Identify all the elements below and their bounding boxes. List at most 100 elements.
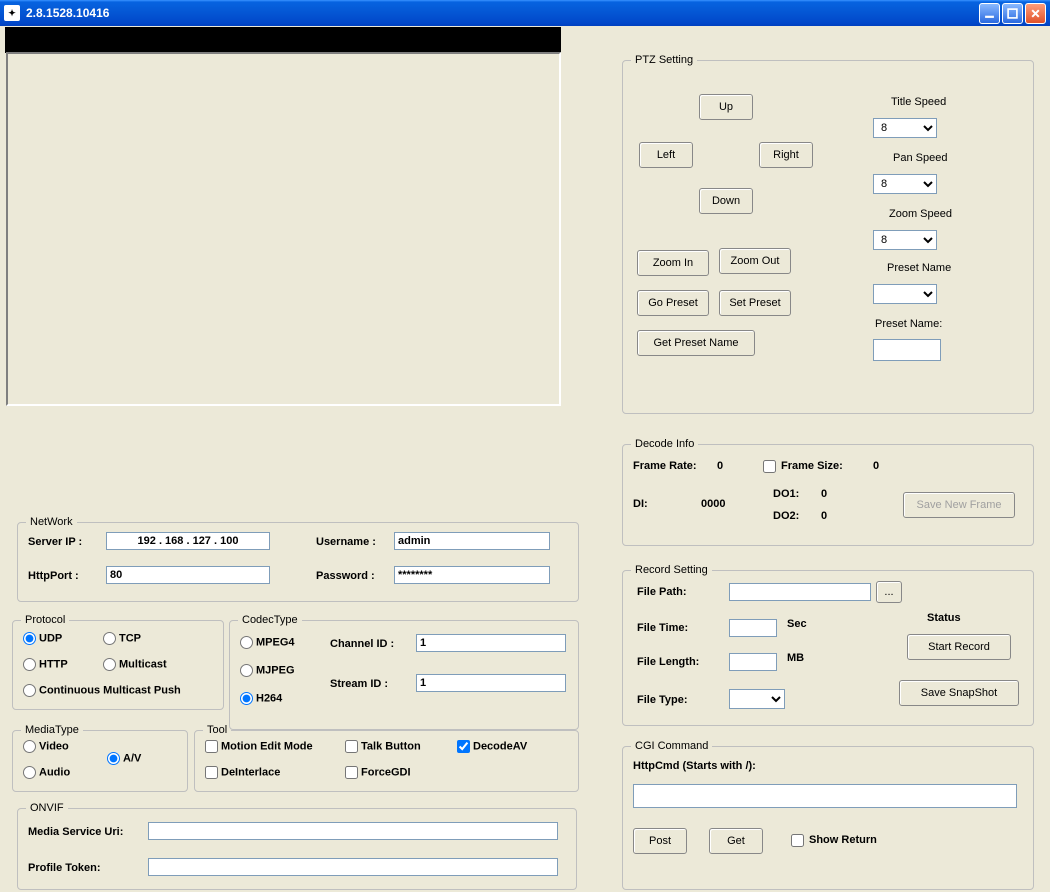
- file-length-input[interactable]: [729, 653, 777, 671]
- protocol-multicast-radio[interactable]: [103, 658, 116, 671]
- media-audio-radio[interactable]: [23, 766, 36, 779]
- pan-speed-select[interactable]: 8: [873, 174, 937, 194]
- ptz-down-button[interactable]: Down: [699, 188, 753, 214]
- codec-group: CodecType MPEG4 MJPEG H264 Channel ID : …: [229, 614, 579, 730]
- protocol-udp-label: UDP: [39, 632, 62, 644]
- preset-name-select[interactable]: [873, 284, 937, 304]
- onvif-legend: ONVIF: [26, 802, 68, 814]
- do2-value: 0: [821, 510, 827, 522]
- media-uri-input[interactable]: [148, 822, 558, 840]
- protocol-group: Protocol UDP TCP HTTP Multicast Continuo…: [12, 614, 224, 710]
- media-av-label: A/V: [123, 752, 141, 764]
- media-av-radio[interactable]: [107, 752, 120, 765]
- profile-token-label: Profile Token:: [28, 862, 101, 874]
- tool-group: Tool Motion Edit Mode Talk Button Decode…: [194, 724, 579, 792]
- get-preset-name-button[interactable]: Get Preset Name: [637, 330, 755, 356]
- httpcmd-input[interactable]: [633, 784, 1017, 808]
- go-preset-button[interactable]: Go Preset: [637, 290, 709, 316]
- file-type-select[interactable]: [729, 689, 785, 709]
- codec-mpeg4-radio[interactable]: [240, 636, 253, 649]
- minimize-button[interactable]: [979, 3, 1000, 24]
- ptz-right-button[interactable]: Right: [759, 142, 813, 168]
- app-icon: ✦: [4, 5, 20, 21]
- status-label: Status: [927, 612, 961, 624]
- do2-label: DO2:: [773, 510, 799, 522]
- zoom-in-button[interactable]: Zoom In: [637, 250, 709, 276]
- pan-speed-label: Pan Speed: [893, 152, 947, 164]
- zoom-speed-label: Zoom Speed: [889, 208, 952, 220]
- profile-token-input[interactable]: [148, 858, 558, 876]
- protocol-cmp-label: Continuous Multicast Push: [39, 684, 181, 696]
- media-video-label: Video: [39, 740, 69, 752]
- file-path-label: File Path:: [637, 586, 687, 598]
- http-port-label: HttpPort :: [28, 570, 79, 582]
- get-button[interactable]: Get: [709, 828, 763, 854]
- codec-h264-radio[interactable]: [240, 692, 253, 705]
- di-value: 0000: [701, 498, 725, 510]
- password-input[interactable]: [394, 566, 550, 584]
- post-button[interactable]: Post: [633, 828, 687, 854]
- close-button[interactable]: [1025, 3, 1046, 24]
- codec-mjpeg-radio[interactable]: [240, 664, 253, 677]
- network-group: NetWork Server IP : Username : HttpPort …: [17, 516, 579, 602]
- sec-label: Sec: [787, 618, 807, 630]
- file-path-browse-button[interactable]: ...: [876, 581, 902, 603]
- channel-id-input[interactable]: [416, 634, 566, 652]
- window-title: 2.8.1528.10416: [26, 6, 979, 20]
- file-time-label: File Time:: [637, 622, 688, 634]
- ptz-legend: PTZ Setting: [631, 54, 697, 66]
- record-legend: Record Setting: [631, 564, 712, 576]
- cgi-command-group: CGI Command HttpCmd (Starts with /): Pos…: [622, 740, 1034, 890]
- tool-legend: Tool: [203, 724, 231, 736]
- password-label: Password :: [316, 570, 375, 582]
- save-snapshot-button[interactable]: Save SnapShot: [899, 680, 1019, 706]
- motion-edit-checkbox[interactable]: [205, 740, 218, 753]
- media-group: MediaType Video A/V Audio: [12, 724, 188, 792]
- protocol-udp-radio[interactable]: [23, 632, 36, 645]
- ptz-setting-group: PTZ Setting Up Left Right Down Zoom In Z…: [622, 54, 1034, 414]
- media-video-radio[interactable]: [23, 740, 36, 753]
- protocol-tcp-radio[interactable]: [103, 632, 116, 645]
- frame-rate-value: 0: [717, 460, 723, 472]
- decodeav-checkbox[interactable]: [457, 740, 470, 753]
- decodeav-label: DecodeAV: [473, 740, 527, 752]
- file-type-label: File Type:: [637, 694, 688, 706]
- zoom-out-button[interactable]: Zoom Out: [719, 248, 791, 274]
- http-port-input[interactable]: [106, 566, 270, 584]
- do1-label: DO1:: [773, 488, 799, 500]
- media-legend: MediaType: [21, 724, 83, 736]
- codec-legend: CodecType: [238, 614, 302, 626]
- set-preset-button[interactable]: Set Preset: [719, 290, 791, 316]
- deinterlace-checkbox[interactable]: [205, 766, 218, 779]
- zoom-speed-select[interactable]: 8: [873, 230, 937, 250]
- talk-button-checkbox[interactable]: [345, 740, 358, 753]
- protocol-tcp-label: TCP: [119, 632, 141, 644]
- frame-size-checkbox[interactable]: [763, 460, 776, 473]
- start-record-button[interactable]: Start Record: [907, 634, 1011, 660]
- ptz-up-button[interactable]: Up: [699, 94, 753, 120]
- stream-id-input[interactable]: [416, 674, 566, 692]
- save-new-frame-button[interactable]: Save New Frame: [903, 492, 1015, 518]
- codec-h264-label: H264: [256, 692, 282, 704]
- ptz-left-button[interactable]: Left: [639, 142, 693, 168]
- server-ip-label: Server IP :: [28, 536, 82, 548]
- do1-value: 0: [821, 488, 827, 500]
- protocol-cmp-radio[interactable]: [23, 684, 36, 697]
- httpcmd-label: HttpCmd (Starts with /):: [633, 760, 756, 772]
- username-input[interactable]: [394, 532, 550, 550]
- title-speed-select[interactable]: 8: [873, 118, 937, 138]
- protocol-http-radio[interactable]: [23, 658, 36, 671]
- media-uri-label: Media Service Uri:: [28, 826, 123, 838]
- preset-name-label: Preset Name: [887, 262, 951, 274]
- server-ip-input[interactable]: [106, 532, 270, 550]
- decode-legend: Decode Info: [631, 438, 698, 450]
- protocol-legend: Protocol: [21, 614, 69, 626]
- show-return-checkbox[interactable]: [791, 834, 804, 847]
- forcegdi-checkbox[interactable]: [345, 766, 358, 779]
- file-time-input[interactable]: [729, 619, 777, 637]
- media-audio-label: Audio: [39, 766, 70, 778]
- preset-name-input[interactable]: [873, 339, 941, 361]
- file-path-input[interactable]: [729, 583, 871, 601]
- di-label: DI:: [633, 498, 648, 510]
- maximize-button[interactable]: [1002, 3, 1023, 24]
